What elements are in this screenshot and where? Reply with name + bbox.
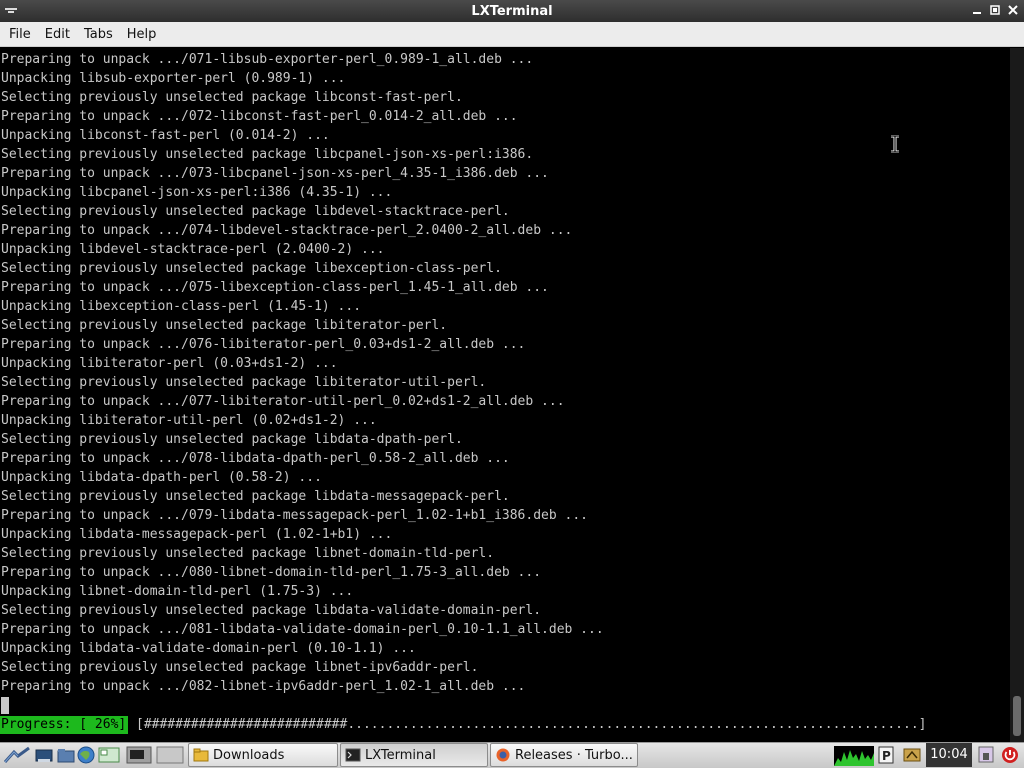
terminal-line: Preparing to unpack .../073-libcpanel-js… bbox=[1, 166, 549, 181]
terminal-line: Selecting previously unselected package … bbox=[1, 90, 463, 105]
terminal-line: Selecting previously unselected package … bbox=[1, 204, 510, 219]
terminal-line: Unpacking libdata-messagepack-perl (1.02… bbox=[1, 527, 393, 542]
terminal-line: Preparing to unpack .../075-libexception… bbox=[1, 280, 549, 295]
terminal-line: Preparing to unpack .../076-libiterator-… bbox=[1, 337, 526, 352]
task-downloads[interactable]: Downloads bbox=[188, 743, 338, 767]
clipboard-icon[interactable]: P bbox=[876, 746, 896, 764]
terminal-line: Preparing to unpack .../079-libdata-mess… bbox=[1, 508, 588, 523]
menu-bar: File Edit Tabs Help bbox=[0, 22, 1024, 47]
terminal-line: Selecting previously unselected package … bbox=[1, 261, 502, 276]
window-title: LXTerminal bbox=[471, 3, 553, 19]
terminal-line: Unpacking libdevel-stacktrace-perl (2.04… bbox=[1, 242, 385, 257]
progress-label: Progress: [ 26%] bbox=[0, 716, 129, 734]
terminal-line: Preparing to unpack .../080-libnet-domai… bbox=[1, 565, 542, 580]
terminal-line: Unpacking libnet-domain-tld-perl (1.75-3… bbox=[1, 584, 354, 599]
terminal-line: Unpacking libconst-fast-perl (0.014-2) .… bbox=[1, 128, 330, 143]
workspace-3-icon[interactable] bbox=[156, 746, 184, 764]
task-lxterminal[interactable]: LXTerminal bbox=[340, 743, 488, 767]
terminal-line: Selecting previously unselected package … bbox=[1, 375, 487, 390]
task-label: Releases · Turbo... bbox=[515, 747, 633, 763]
terminal-scrollbar[interactable] bbox=[1010, 48, 1024, 742]
maximize-button[interactable] bbox=[988, 3, 1002, 17]
file-manager-icon[interactable] bbox=[56, 746, 76, 764]
terminal-line: Preparing to unpack .../072-libconst-fas… bbox=[1, 109, 518, 124]
clock[interactable]: 10:04 bbox=[926, 743, 972, 767]
text-cursor bbox=[1, 697, 9, 714]
terminal-output[interactable]: Progress: [ 26%] [######################… bbox=[0, 48, 1010, 742]
task-label: LXTerminal bbox=[365, 747, 436, 763]
terminal-line: Selecting previously unselected package … bbox=[1, 147, 534, 162]
terminal-line: Preparing to unpack .../082-libnet-ipv6a… bbox=[1, 679, 526, 694]
menu-file[interactable]: File bbox=[2, 27, 38, 42]
terminal-line: Preparing to unpack .../077-libiterator-… bbox=[1, 394, 565, 409]
close-button[interactable] bbox=[1006, 3, 1020, 17]
ibeam-cursor-icon bbox=[889, 134, 901, 154]
scrollbar-thumb[interactable] bbox=[1013, 696, 1021, 736]
terminal-line: Selecting previously unselected package … bbox=[1, 318, 448, 333]
network-icon[interactable] bbox=[902, 746, 922, 764]
svg-text:P: P bbox=[882, 749, 891, 763]
terminal-line: Unpacking libiterator-perl (0.03+ds1-2) … bbox=[1, 356, 338, 371]
terminal-line: Selecting previously unselected package … bbox=[1, 660, 479, 675]
terminal-line: Preparing to unpack .../074-libdevel-sta… bbox=[1, 223, 573, 238]
terminal-icon bbox=[345, 748, 361, 762]
web-browser-icon[interactable] bbox=[76, 746, 96, 764]
folder-icon bbox=[193, 748, 209, 762]
workspace-1-icon[interactable] bbox=[98, 746, 120, 764]
menu-help[interactable]: Help bbox=[120, 27, 164, 42]
terminal-line: Unpacking libsub-exporter-perl (0.989-1)… bbox=[1, 71, 346, 86]
terminal-line: Unpacking libcpanel-json-xs-perl:i386 (4… bbox=[1, 185, 393, 200]
minimize-button[interactable] bbox=[970, 3, 984, 17]
task-label: Downloads bbox=[213, 747, 285, 763]
task-releases[interactable]: Releases · Turbo... bbox=[490, 743, 638, 767]
menu-edit[interactable]: Edit bbox=[38, 27, 77, 42]
terminal-line: Selecting previously unselected package … bbox=[1, 432, 463, 447]
terminal-line: Selecting previously unselected package … bbox=[1, 489, 510, 504]
workspace-2-icon[interactable] bbox=[126, 746, 152, 764]
terminal-line: Unpacking libdata-validate-domain-perl (… bbox=[1, 641, 416, 656]
title-bar: LXTerminal bbox=[0, 0, 1024, 22]
terminal-line: Preparing to unpack .../081-libdata-vali… bbox=[1, 622, 604, 637]
terminal-line: Preparing to unpack .../071-libsub-expor… bbox=[1, 52, 534, 67]
show-desktop-icon[interactable] bbox=[34, 746, 54, 764]
lock-screen-icon[interactable] bbox=[976, 746, 996, 764]
terminal-line: Unpacking libexception-class-perl (1.45-… bbox=[1, 299, 362, 314]
terminal-line: Unpacking libdata-dpath-perl (0.58-2) ..… bbox=[1, 470, 322, 485]
start-menu-icon[interactable] bbox=[3, 746, 30, 764]
menu-tabs[interactable]: Tabs bbox=[77, 27, 120, 42]
logout-icon[interactable] bbox=[1000, 746, 1020, 764]
progress-bar: [##########################.............… bbox=[136, 717, 927, 732]
terminal-line: Preparing to unpack .../078-libdata-dpat… bbox=[1, 451, 510, 466]
terminal-line: Unpacking libiterator-util-perl (0.02+ds… bbox=[1, 413, 377, 428]
terminal-line: Selecting previously unselected package … bbox=[1, 603, 542, 618]
firefox-icon bbox=[495, 748, 511, 762]
window-menu-icon[interactable] bbox=[4, 5, 18, 17]
terminal-line: Selecting previously unselected package … bbox=[1, 546, 495, 561]
cpu-monitor-icon bbox=[834, 746, 874, 766]
